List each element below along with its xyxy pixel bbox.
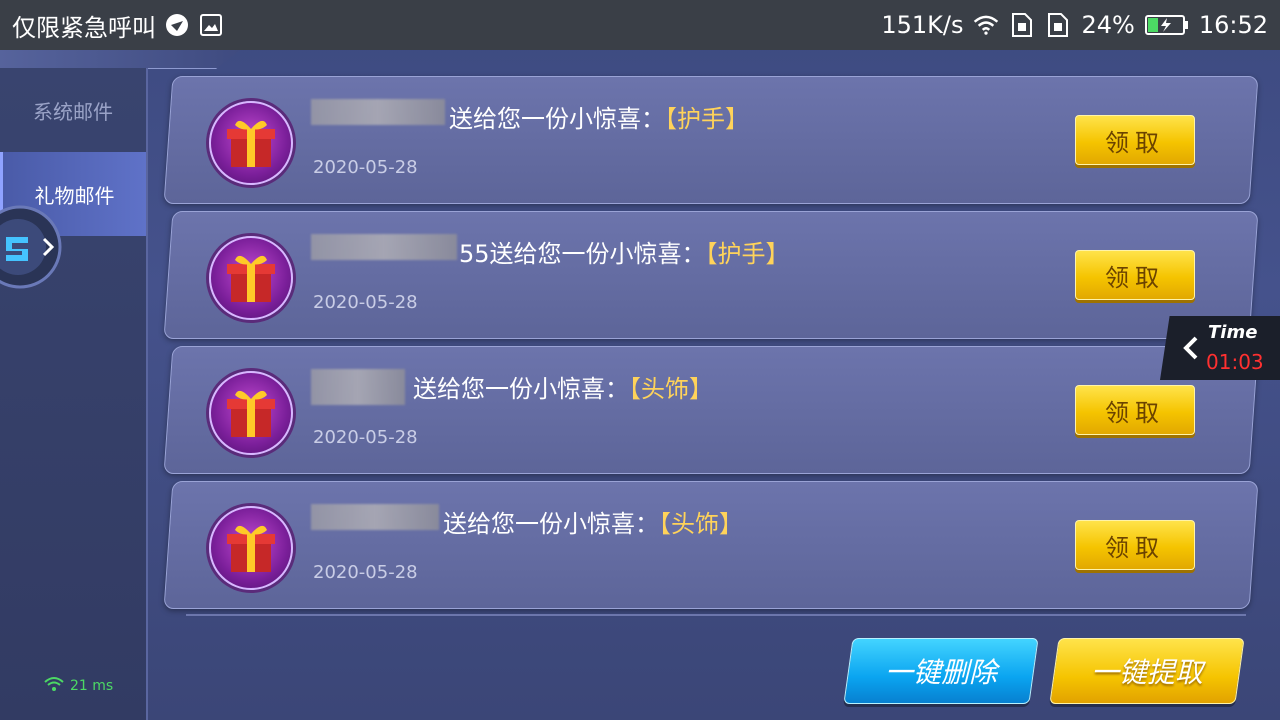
tab-system-mail-label: 系统邮件 [33, 99, 113, 124]
mail-card: 送给您一份小惊喜：【头饰】 2020-05-28 领取 [163, 481, 1259, 609]
timer-label: Time [1208, 322, 1258, 343]
sim-card-icon [1009, 12, 1035, 38]
mail-sidebar: 系统邮件 礼物邮件 21 ms [0, 68, 148, 720]
wifi-signal-icon [44, 676, 64, 696]
delete-all-label: 一键删除 [884, 656, 997, 689]
claim-button[interactable]: 领取 [1075, 115, 1195, 165]
floating-assistant-button[interactable] [0, 205, 62, 289]
mail-date: 2020-05-28 [313, 292, 418, 313]
mail-date: 2020-05-28 [313, 562, 418, 583]
mail-date: 2020-05-28 [313, 157, 418, 178]
mail-text: 送给您一份小惊喜： [489, 240, 706, 268]
network-speed: 151K/s [881, 11, 964, 39]
mail-message: 送给您一份小惊喜：【护手】 [449, 99, 749, 134]
sender-name-redacted [311, 504, 439, 530]
gift-box-icon [209, 101, 293, 185]
claim-button[interactable]: 领取 [1075, 250, 1195, 300]
mail-card: 送给您一份小惊喜：【护手】 2020-05-28 领取 [163, 76, 1259, 204]
ping-indicator: 21 ms [44, 676, 113, 696]
shield-icon [164, 12, 190, 38]
gift-item-name: 【护手】 [665, 105, 749, 133]
gift-item-name: 【头饰】 [659, 510, 743, 538]
timer-widget[interactable]: Time 01:03 [1160, 316, 1280, 380]
sender-name-redacted [311, 99, 445, 125]
claim-button[interactable]: 领取 [1075, 385, 1195, 435]
timer-value: 01:03 [1206, 350, 1264, 374]
header-strip [0, 50, 240, 69]
image-icon [198, 12, 224, 38]
mail-message: 55送给您一份小惊喜：【护手】 [459, 234, 790, 269]
claim-all-button[interactable]: 一键提取 [1049, 638, 1245, 704]
tab-system-mail[interactable]: 系统邮件 [0, 68, 146, 152]
mail-text: 送给您一份小惊喜： [413, 375, 629, 403]
list-divider [186, 614, 1246, 616]
sim-card-2-icon [1045, 12, 1071, 38]
sender-name-redacted [311, 234, 457, 260]
gift-box-icon [209, 236, 293, 320]
mail-card: 55送给您一份小惊喜：【护手】 2020-05-28 领取 [163, 211, 1259, 339]
gift-item-name: 【头饰】 [629, 375, 713, 403]
mail-card: 送给您一份小惊喜：【头饰】 2020-05-28 领取 [163, 346, 1259, 474]
claim-all-label: 一键提取 [1090, 656, 1203, 689]
claim-button[interactable]: 领取 [1075, 520, 1195, 570]
delete-all-button[interactable]: 一键删除 [843, 638, 1039, 704]
mail-message: 送给您一份小惊喜：【头饰】 [443, 504, 743, 539]
battery-charging-icon [1144, 12, 1189, 38]
chevron-left-icon[interactable] [1180, 334, 1202, 362]
gift-box-icon [209, 371, 293, 455]
status-bar: 仅限紧急呼叫 151K/s 24% 16:52 [0, 0, 1280, 50]
gift-mail-list: 送给您一份小惊喜：【护手】 2020-05-28 领取 55送给您一份小惊喜：【… [163, 76, 1259, 616]
gift-box-icon [209, 506, 293, 590]
battery-percent: 24% [1081, 11, 1135, 39]
mail-text: 送给您一份小惊喜： [443, 510, 659, 538]
ping-value: 21 ms [70, 678, 114, 694]
sender-suffix: 55 [459, 240, 490, 268]
mail-message: 送给您一份小惊喜：【头饰】 [413, 369, 713, 404]
sender-name-redacted [311, 369, 405, 405]
gift-item-name: 【护手】 [705, 240, 790, 268]
clock: 16:52 [1198, 11, 1268, 39]
emergency-call-text: 仅限紧急呼叫 [12, 13, 156, 42]
mail-date: 2020-05-28 [313, 427, 418, 448]
wifi-icon [973, 12, 999, 38]
mail-text: 送给您一份小惊喜： [449, 105, 665, 133]
